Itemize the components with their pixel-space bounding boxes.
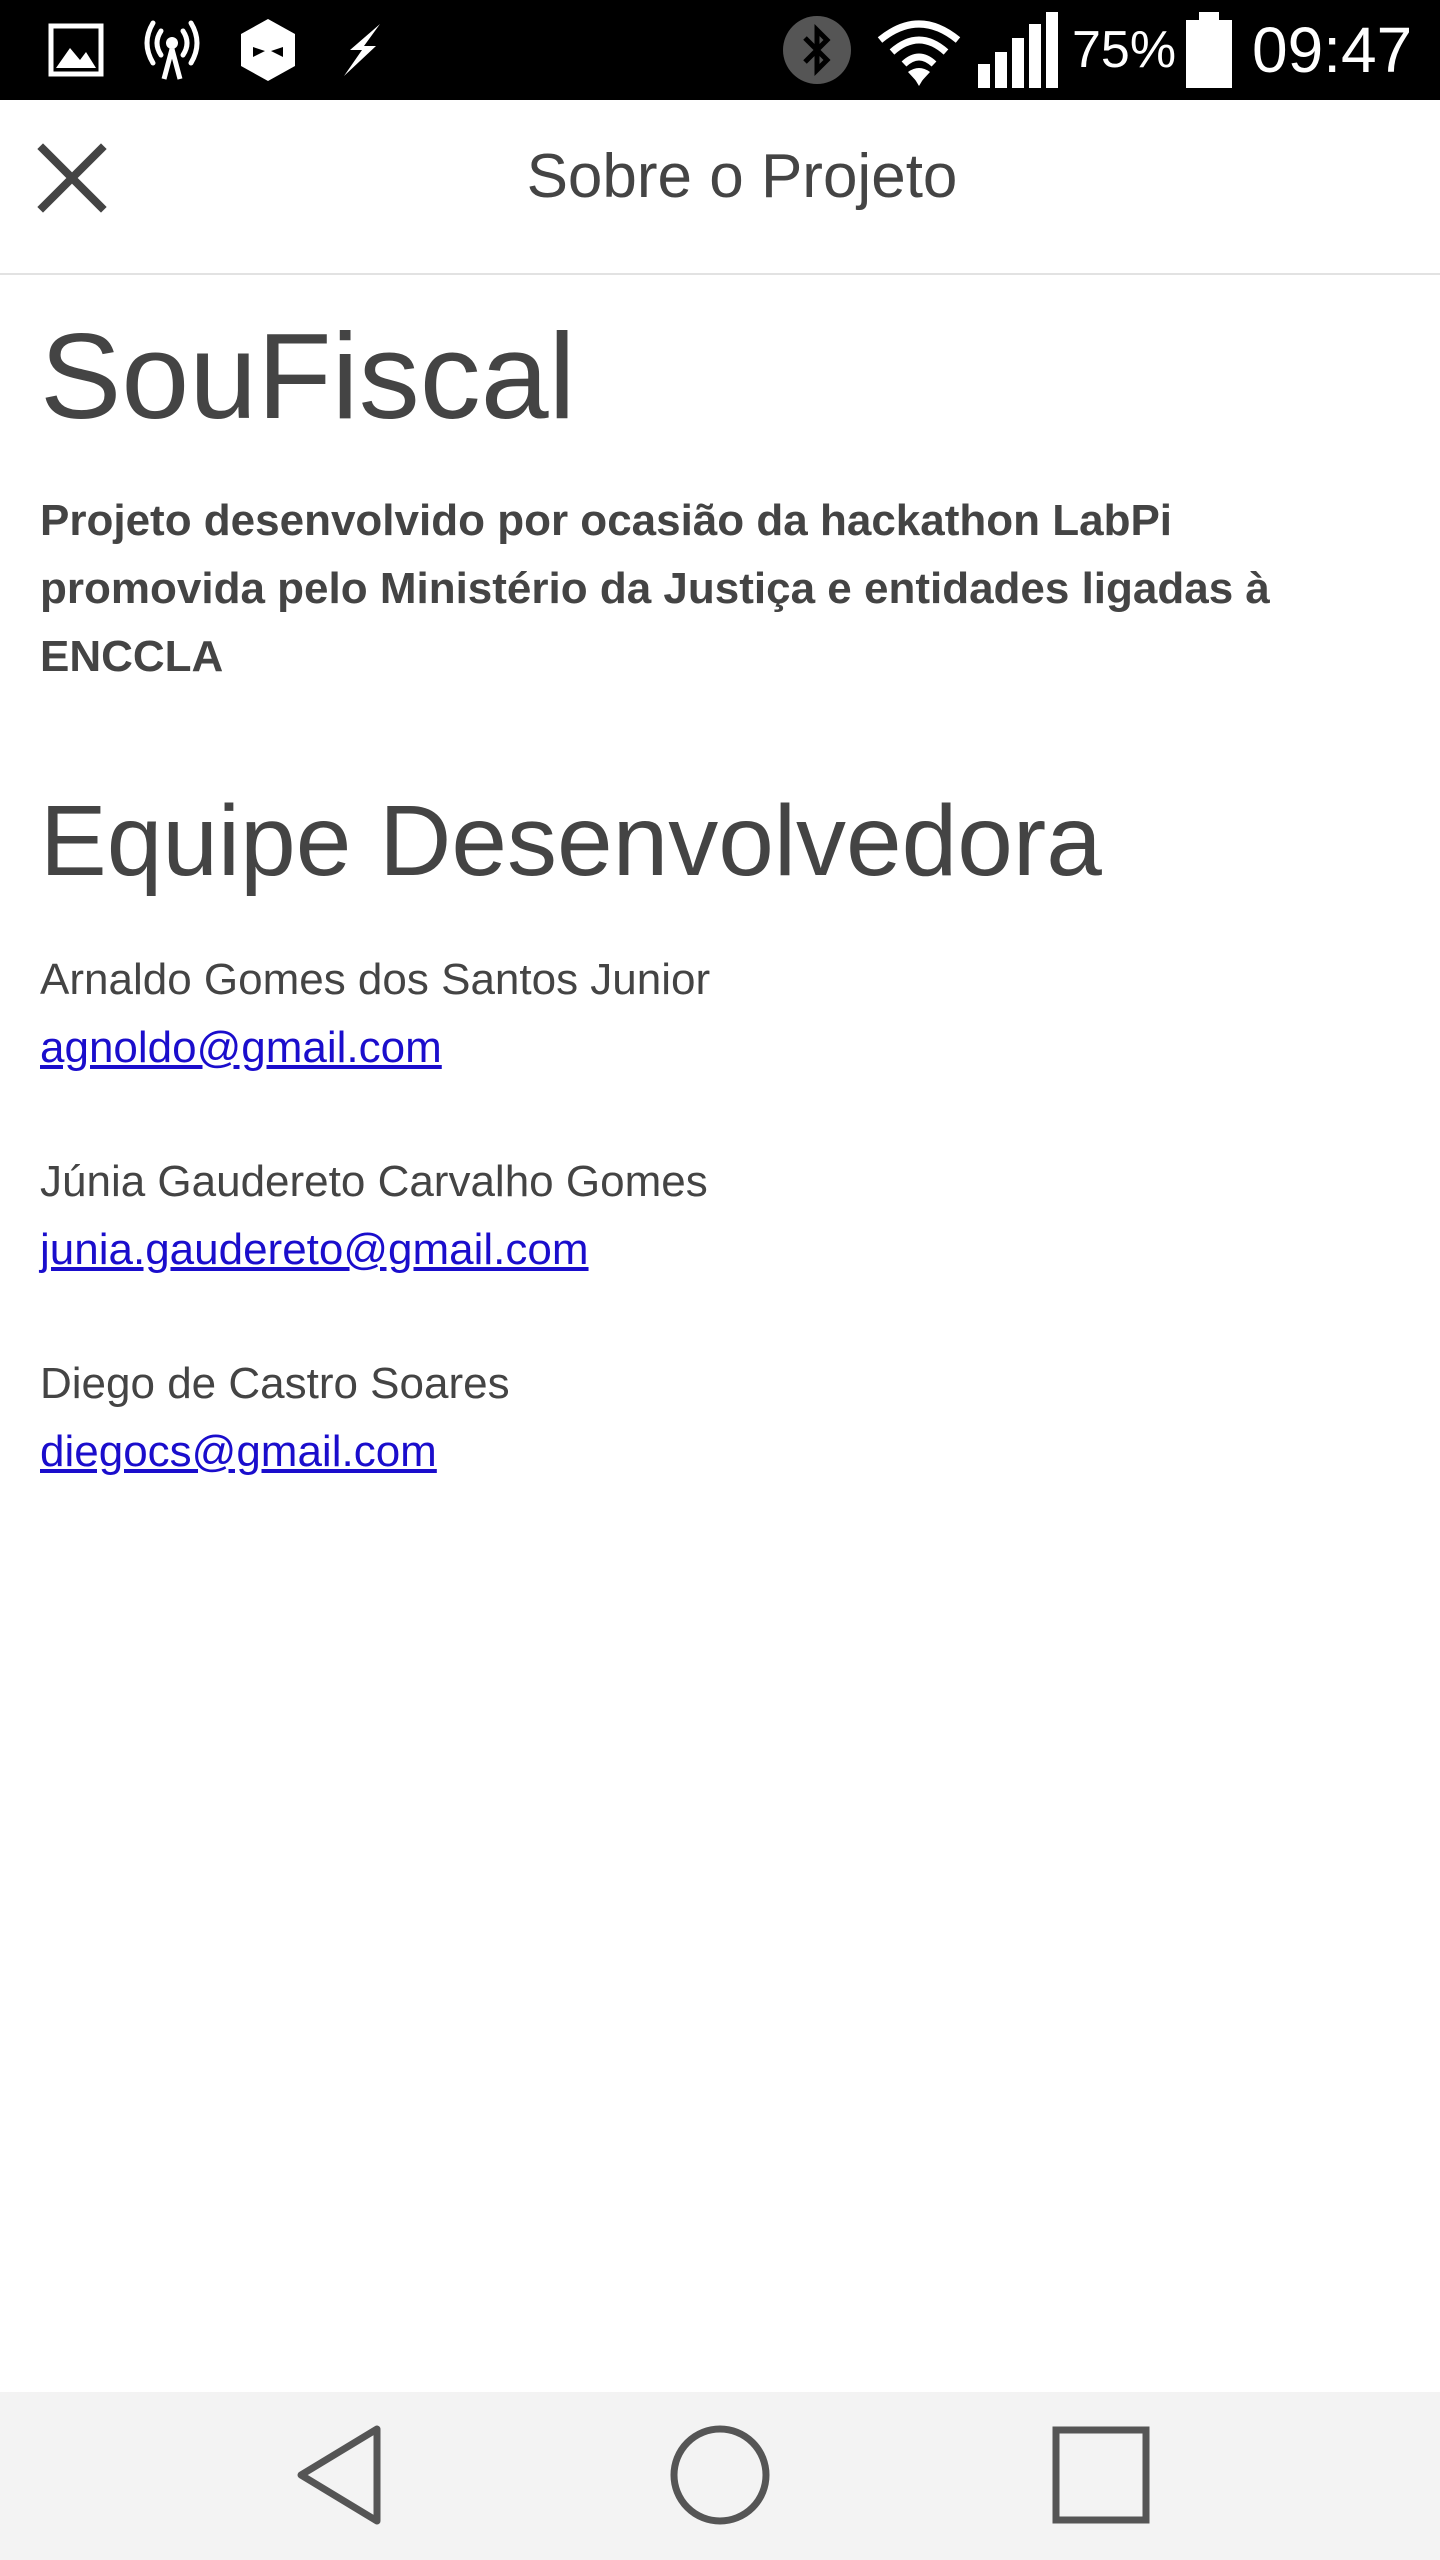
wifi-icon — [876, 14, 962, 86]
app-notification-icon — [236, 14, 300, 86]
recents-button[interactable] — [1036, 2412, 1166, 2542]
team-member: Diego de Castro Soares diegocs@gmail.com — [40, 1350, 1400, 1486]
member-email-link[interactable]: junia.gaudereto@gmail.com — [40, 1216, 589, 1284]
hotspot-icon — [136, 14, 208, 86]
clock: 09:47 — [1252, 14, 1413, 86]
app-bar: Sobre o Projeto — [0, 100, 1440, 275]
back-button[interactable] — [276, 2412, 406, 2542]
team-section-title: Equipe Desenvolvedora — [40, 785, 1102, 897]
member-name: Arnaldo Gomes dos Santos Junior — [40, 955, 711, 1004]
page-title: Sobre o Projeto — [526, 142, 958, 211]
member-email-link[interactable]: diegocs@gmail.com — [40, 1418, 437, 1486]
bluetooth-icon — [780, 14, 854, 86]
member-email-link[interactable]: agnoldo@gmail.com — [40, 1014, 442, 1082]
battery-icon — [1182, 12, 1236, 88]
about-content: SouFiscal Projeto desenvolvido por ocasi… — [40, 275, 1400, 1552]
team-member: Júnia Gaudereto Carvalho Gomes junia.gau… — [40, 1148, 1400, 1284]
team-members-list: Arnaldo Gomes dos Santos Junior agnoldo@… — [40, 946, 1400, 1486]
home-button[interactable] — [655, 2412, 785, 2542]
status-bar: 75% 09:47 — [0, 0, 1440, 100]
app-name: SouFiscal — [40, 308, 576, 444]
member-name: Diego de Castro Soares — [40, 1359, 510, 1408]
charging-icon — [330, 14, 394, 86]
battery-percent: 75% — [1072, 21, 1177, 79]
member-name: Júnia Gaudereto Carvalho Gomes — [40, 1157, 708, 1206]
image-icon — [44, 14, 108, 86]
project-description: Projeto desenvolvido por ocasião da hack… — [40, 496, 1270, 681]
signal-icon — [976, 12, 1060, 88]
navigation-bar — [0, 2392, 1440, 2560]
recents-icon — [1051, 2425, 1151, 2530]
team-member: Arnaldo Gomes dos Santos Junior agnoldo@… — [40, 946, 1400, 1082]
home-icon — [668, 2423, 772, 2532]
back-icon — [291, 2423, 391, 2532]
